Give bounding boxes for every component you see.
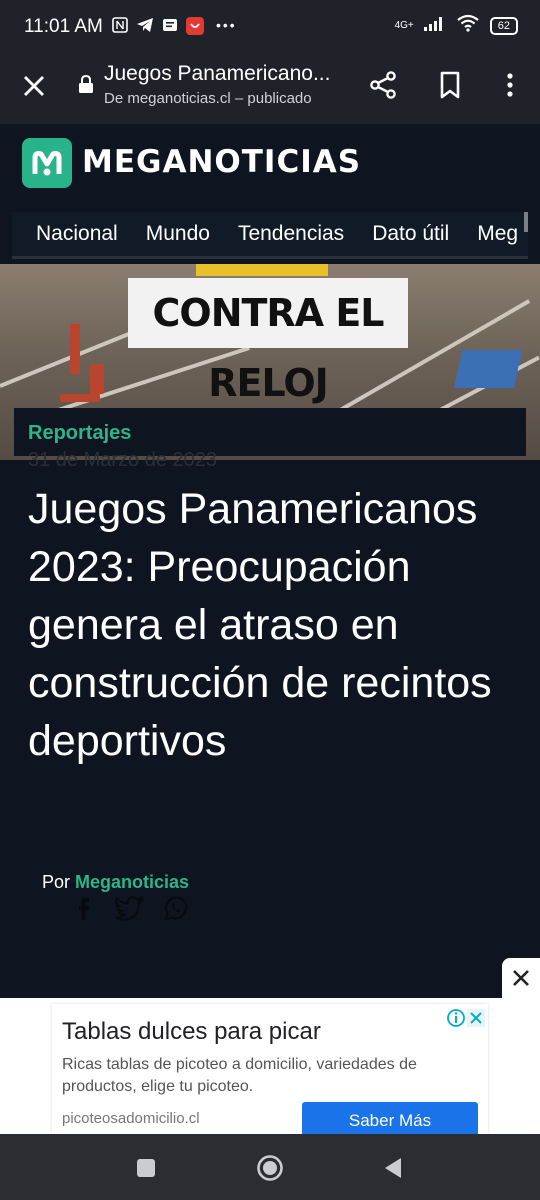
nav-scrollbar[interactable] bbox=[524, 212, 528, 232]
more-options-icon[interactable] bbox=[500, 70, 520, 100]
byline-prefix: Por bbox=[42, 872, 71, 892]
article-category[interactable]: Reportajes bbox=[28, 422, 131, 445]
system-nav-bar bbox=[0, 1134, 540, 1200]
more-notifications-icon: ••• bbox=[216, 17, 237, 33]
browser-toolbar: Juegos Panamericano... De meganoticias.c… bbox=[0, 52, 540, 124]
article-date: 31 de Marzo de 2023 bbox=[28, 449, 218, 471]
close-icon[interactable] bbox=[20, 72, 48, 100]
ad-description: Ricas tablas de picoteo a domicilio, var… bbox=[62, 1056, 417, 1095]
home-icon[interactable] bbox=[256, 1154, 284, 1187]
whatsapp-icon[interactable] bbox=[162, 894, 190, 922]
message-icon bbox=[162, 17, 178, 36]
ad-close-button[interactable] bbox=[502, 958, 540, 998]
status-time: 11:01 AM bbox=[24, 16, 103, 37]
share-icon[interactable] bbox=[368, 70, 398, 100]
hero-sign: CONTRA EL RELOJ bbox=[128, 278, 408, 405]
nav-item-meg[interactable]: Meg bbox=[477, 222, 518, 246]
status-bar: 11:01 AM ••• 4G+ 62 bbox=[0, 0, 540, 52]
wifi-icon bbox=[456, 14, 480, 37]
author-link[interactable]: Meganoticias bbox=[75, 872, 189, 892]
back-icon[interactable] bbox=[382, 1156, 404, 1185]
ad-banner: Tablas dulces para picar Ricas tablas de… bbox=[0, 998, 540, 1140]
nav-item-mundo[interactable]: Mundo bbox=[146, 222, 210, 246]
signal-icon bbox=[423, 15, 446, 36]
bookmark-icon[interactable] bbox=[436, 70, 464, 100]
site-header: MEGANOTICIAS bbox=[0, 124, 540, 204]
brand-logo-icon[interactable] bbox=[22, 138, 72, 188]
lock-icon bbox=[78, 74, 94, 94]
facebook-icon[interactable] bbox=[70, 894, 98, 922]
ad-choices-icon[interactable] bbox=[446, 1008, 486, 1028]
nav-item-tendencias[interactable]: Tendencias bbox=[238, 222, 344, 246]
page-url[interactable]: De meganoticias.cl – publicado bbox=[104, 90, 312, 107]
nfc-icon bbox=[112, 17, 128, 36]
hero-banner-strip bbox=[196, 264, 328, 276]
ad-card[interactable]: Tablas dulces para picar Ricas tablas de… bbox=[52, 1004, 488, 1140]
shop-icon bbox=[186, 17, 204, 38]
page-title[interactable]: Juegos Panamericano... bbox=[104, 62, 344, 86]
battery-indicator: 62 bbox=[489, 16, 518, 35]
network-label: 4G+ bbox=[394, 19, 414, 31]
recent-apps-icon[interactable] bbox=[136, 1158, 156, 1183]
nav-item-nacional[interactable]: Nacional bbox=[36, 222, 118, 246]
telegram-icon bbox=[136, 17, 154, 36]
section-nav: Nacional Mundo Tendencias Dato útil Meg bbox=[12, 212, 528, 259]
article-headline: Juegos Panamericanos 2023: Preocupación … bbox=[28, 485, 492, 765]
ad-domain[interactable]: picoteosadomicilio.cl bbox=[62, 1110, 200, 1127]
byline: Por Meganoticias bbox=[42, 872, 189, 893]
twitter-icon[interactable] bbox=[114, 894, 145, 922]
nav-item-dato-util[interactable]: Dato útil bbox=[372, 222, 449, 246]
brand-name[interactable]: MEGANOTICIAS bbox=[82, 144, 361, 180]
ad-title[interactable]: Tablas dulces para picar bbox=[62, 1018, 321, 1046]
